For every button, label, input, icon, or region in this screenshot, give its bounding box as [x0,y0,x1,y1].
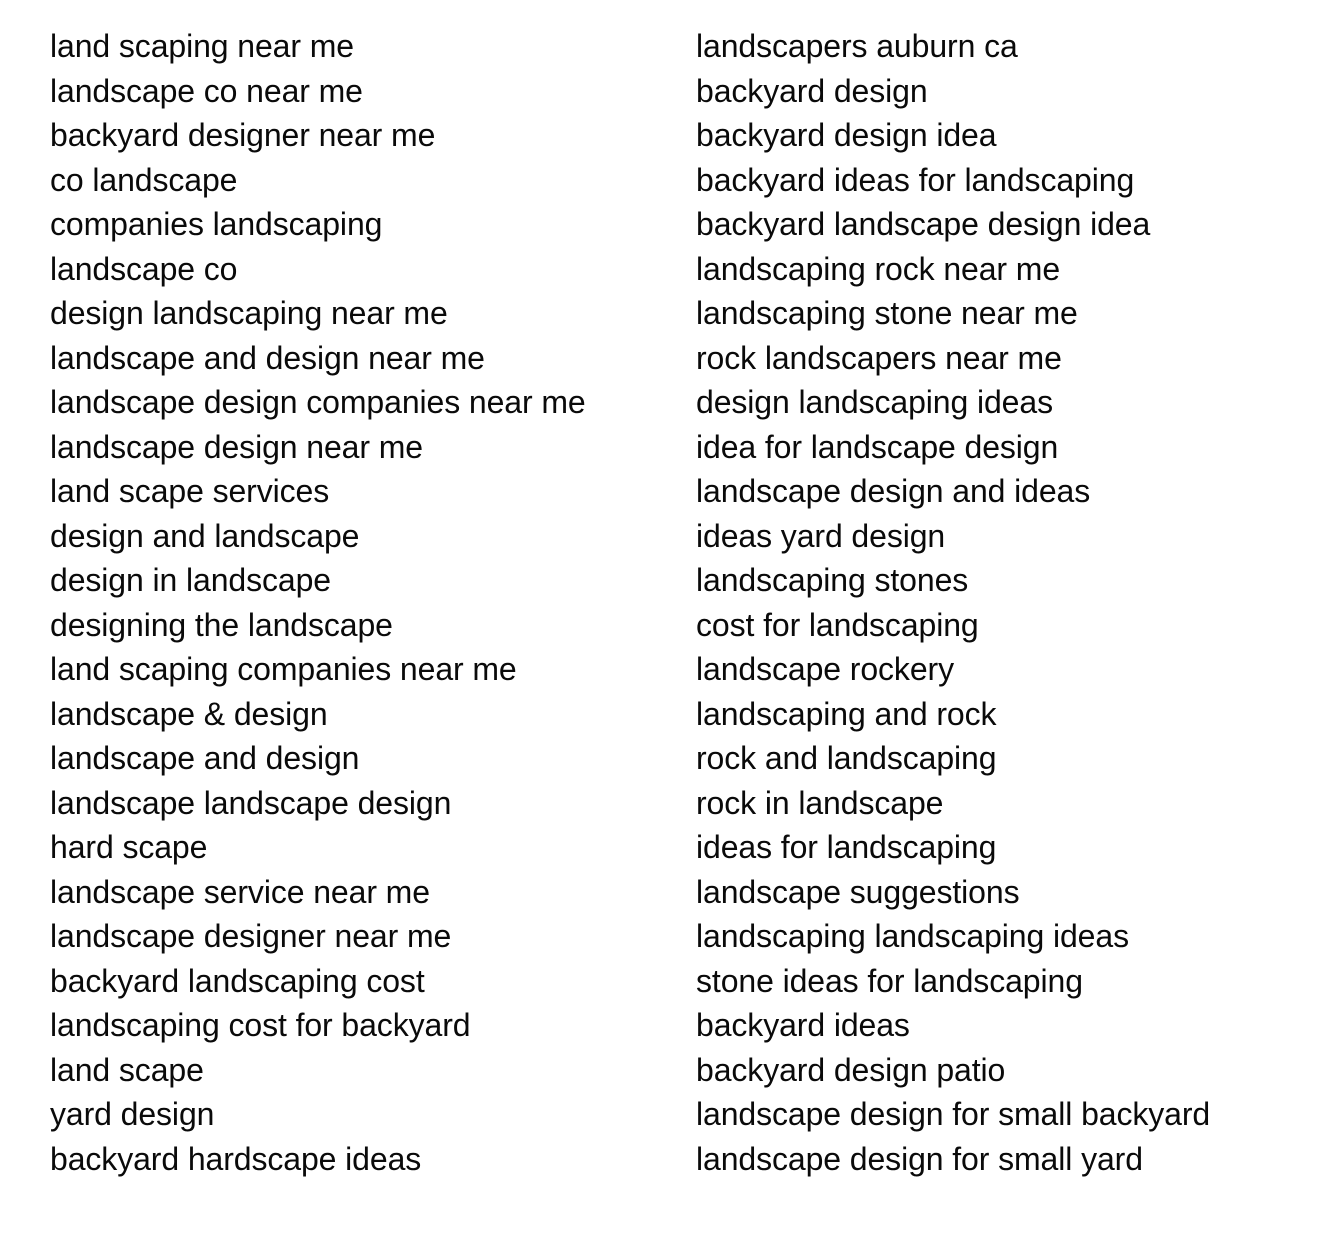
keyword-columns: land scaping near me landscape co near me… [0,24,1338,1181]
keyword-item: backyard ideas [696,1007,910,1043]
keyword-item: landscape suggestions [696,873,1020,910]
keyword-item: backyard design patio [696,1051,1006,1088]
keyword-item: land scaping companies near me [50,651,517,687]
keyword-item: landscape and design [50,740,360,776]
keyword-item: yard design [50,1096,215,1132]
keyword-item: rock and landscaping [696,740,997,776]
keyword-item: landscaping stones [696,562,969,598]
keyword-item: backyard hardscape ideas [50,1140,422,1177]
keyword-item: landscape & design [50,695,328,732]
keyword-item: land scape [50,1051,204,1088]
keyword-item: backyard designer near me [50,117,436,153]
keyword-item: landscape design for small backyard [696,1096,1211,1132]
keyword-item: land scape services [50,473,330,509]
keyword-item: landscaping landscaping ideas [696,918,1129,954]
keyword-item: design in landscape [50,562,331,598]
keyword-item: landscapers auburn ca [696,28,1018,64]
keyword-item: landscape designer near me [50,918,452,954]
keyword-item: landscape service near me [50,873,430,910]
keyword-item: landscape design and ideas [696,473,1091,509]
keyword-item: landscape design for small yard [696,1140,1143,1177]
keyword-item: design landscaping ideas [696,384,1053,420]
keyword-item: landscape rockery [696,651,954,687]
keyword-item: land scaping near me [50,28,354,64]
keyword-item: stone ideas for landscaping [696,962,1083,999]
keyword-item: landscape design near me [50,428,423,465]
keyword-item: rock landscapers near me [696,339,1062,376]
keyword-item: landscaping and rock [696,695,997,732]
keyword-item: backyard landscaping cost [50,962,425,999]
keyword-item: landscape co [50,250,238,287]
keyword-item: backyard design idea [696,117,997,153]
keyword-item: designing the landscape [50,606,393,643]
keyword-item: landscape design companies near me [50,384,586,420]
keyword-column-left: land scaping near me landscape co near me… [0,24,673,1181]
keyword-item: landscaping cost for backyard [50,1007,471,1043]
keyword-item: cost for landscaping [696,606,979,643]
keyword-item: landscape and design near me [50,339,485,376]
keyword-item: landscape co near me [50,72,363,109]
keyword-item: landscaping rock near me [696,250,1061,287]
keyword-item: ideas for landscaping [696,829,997,865]
keyword-item: backyard ideas for landscaping [696,161,1135,198]
keyword-item: backyard design [696,72,928,109]
keyword-item: hard scape [50,829,208,865]
keyword-item: design and landscape [50,517,360,554]
keyword-item: design landscaping near me [50,295,448,331]
keyword-item: rock in landscape [696,784,944,821]
keyword-item: backyard landscape design idea [696,206,1151,242]
keyword-item: landscape landscape design [50,784,452,821]
keyword-item: landscaping stone near me [696,295,1078,331]
keyword-item: ideas yard design [696,517,946,554]
keyword-list-page: land scaping near me landscape co near me… [0,0,1338,1244]
keyword-item: companies landscaping [50,206,383,242]
keyword-column-right: landscapers auburn ca backyard design back… [673,24,1338,1181]
keyword-item: idea for landscape design [696,428,1059,465]
keyword-item: co landscape [50,161,238,198]
